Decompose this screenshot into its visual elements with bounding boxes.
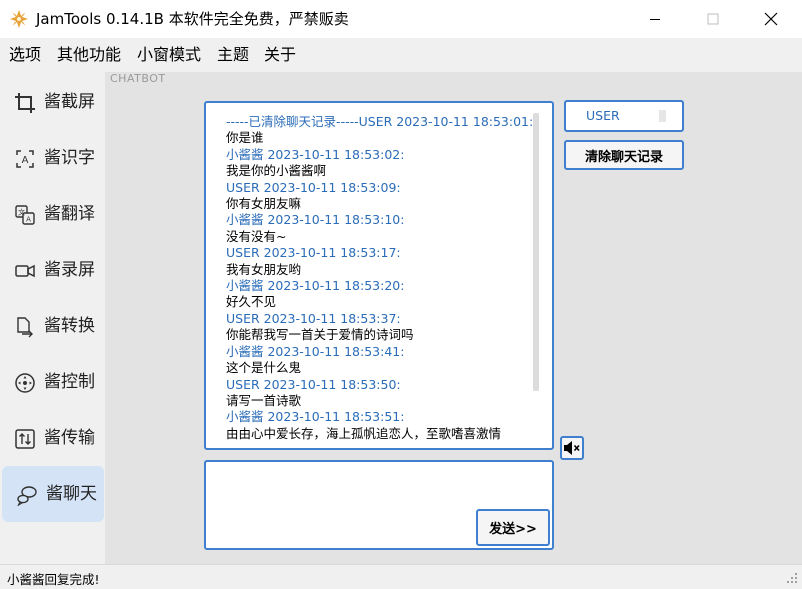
chat-message-text: 请写一首诗歌 xyxy=(226,392,302,408)
clear-history-button[interactable]: 清除聊天记录 xyxy=(564,140,684,170)
close-icon xyxy=(764,12,778,26)
crop-icon xyxy=(15,93,35,113)
chat-bot-header: 小酱酱 2023-10-11 18:53:51: xyxy=(226,409,405,425)
svg-text:A: A xyxy=(26,216,31,224)
chat-bot-header: 小酱酱 2023-10-11 18:53:02: xyxy=(226,146,405,162)
status-text: 小酱酱回复完成! xyxy=(7,572,100,587)
title-bar: JamTools 0.14.1B 本软件完全免费，严禁贩卖 xyxy=(0,0,802,38)
mute-button[interactable] xyxy=(560,436,584,460)
chat-message-text: 我是你的小酱酱啊 xyxy=(226,163,327,179)
section-label: CHATBOT xyxy=(110,72,166,85)
chat-message-text: 这个是什么鬼 xyxy=(226,360,302,376)
maximize-icon xyxy=(707,13,719,25)
chat-user-header: USER 2023-10-11 18:53:09: xyxy=(226,179,401,195)
chat-icon xyxy=(17,486,37,506)
chat-user-header: USER 2023-10-11 18:53:17: xyxy=(226,245,401,261)
text-recognition-icon: A xyxy=(16,150,34,168)
sidebar-item-label: 酱翻译 xyxy=(44,204,95,224)
sidebar-item-label: 酱控制 xyxy=(44,372,95,392)
chat-message-text: 没有没有~ xyxy=(226,228,287,244)
remote-control-icon xyxy=(15,373,35,393)
chat-message-text: 你是谁 xyxy=(226,130,264,146)
menu-options[interactable]: 选项 xyxy=(9,45,41,65)
status-bar: 小酱酱回复完成! xyxy=(0,564,802,589)
sidebar-item-ocr[interactable]: A 酱识字 xyxy=(0,130,105,186)
chat-history-content: -----已清除聊天记录-----USER 2023-10-11 18:53:0… xyxy=(206,103,536,448)
role-select[interactable]: USER xyxy=(564,100,684,132)
chat-bot-header: 小酱酱 2023-10-11 18:53:41: xyxy=(226,343,405,359)
svg-text:A: A xyxy=(22,155,29,166)
menu-theme[interactable]: 主题 xyxy=(217,45,249,65)
chat-message-text: 由由心中爱长存，海上孤帆追恋人，至歌嗜喜激情 xyxy=(226,425,502,441)
chat-message-text: 你能帮我写一首关于爱情的诗词吗 xyxy=(226,327,414,343)
close-button[interactable] xyxy=(742,0,800,38)
chat-bot-header: 小酱酱 2023-10-11 18:53:20: xyxy=(226,278,405,294)
chat-user-header: USER 2023-10-11 18:53:37: xyxy=(226,310,401,326)
chat-clear-marker: -----已清除聊天记录-----USER 2023-10-11 18:53:0… xyxy=(226,114,534,129)
chat-message-text: 我有女朋友哟 xyxy=(226,261,302,277)
app-logo-icon xyxy=(10,10,28,28)
sidebar-item-convert[interactable]: 酱转换 xyxy=(0,298,105,354)
chat-user-header: USER 2023-10-11 18:53:50: xyxy=(226,376,401,392)
menu-about[interactable]: 关于 xyxy=(264,45,296,65)
role-select-value: USER xyxy=(586,108,620,123)
chat-bot-header: 小酱酱 2023-10-11 18:53:10: xyxy=(226,212,405,228)
chat-message-text: 你有女朋友嘛 xyxy=(226,196,302,212)
minimize-button[interactable] xyxy=(626,0,684,38)
sidebar-item-label: 酱传输 xyxy=(44,428,95,448)
minimize-icon xyxy=(650,19,660,20)
sidebar-item-label: 酱截屏 xyxy=(44,92,95,112)
video-camera-icon xyxy=(15,264,35,278)
sidebar-item-label: 酱聊天 xyxy=(46,484,97,504)
menu-other-functions[interactable]: 其他功能 xyxy=(57,45,121,65)
menu-small-window-mode[interactable]: 小窗模式 xyxy=(137,45,201,65)
chat-history[interactable]: -----已清除聊天记录-----USER 2023-10-11 18:53:0… xyxy=(204,101,554,450)
sidebar-item-screenshot[interactable]: 酱截屏 xyxy=(0,74,105,130)
sidebar: 酱截屏 A 酱识字 文 A 酱翻译 酱录屏 酱转换 酱控制 酱传输 酱聊天 xyxy=(0,72,105,564)
chat-message-text: 好久不见 xyxy=(226,294,277,310)
file-convert-icon xyxy=(17,317,33,338)
role-select-handle[interactable] xyxy=(659,110,666,122)
sidebar-item-label: 酱录屏 xyxy=(44,260,95,280)
sidebar-item-chat[interactable]: 酱聊天 xyxy=(2,466,104,522)
sidebar-item-control[interactable]: 酱控制 xyxy=(0,354,105,410)
resize-grip-icon[interactable] xyxy=(784,570,798,584)
chat-scrollbar[interactable] xyxy=(533,113,539,391)
svg-text:文: 文 xyxy=(18,208,25,217)
transfer-icon xyxy=(15,429,35,449)
sidebar-item-label: 酱转换 xyxy=(44,316,95,336)
sidebar-item-translate[interactable]: 文 A 酱翻译 xyxy=(0,186,105,242)
translate-icon: 文 A xyxy=(15,205,35,225)
menu-bar: 选项 其他功能 小窗模式 主题 关于 xyxy=(0,38,802,72)
sidebar-item-label: 酱识字 xyxy=(44,148,95,168)
maximize-button[interactable] xyxy=(684,0,742,38)
sidebar-item-record[interactable]: 酱录屏 xyxy=(0,242,105,298)
sidebar-item-transfer[interactable]: 酱传输 xyxy=(0,410,105,466)
window-title: JamTools 0.14.1B 本软件完全免费，严禁贩卖 xyxy=(36,10,349,28)
send-button[interactable]: 发送>> xyxy=(476,509,550,546)
speaker-mute-icon xyxy=(564,441,580,455)
